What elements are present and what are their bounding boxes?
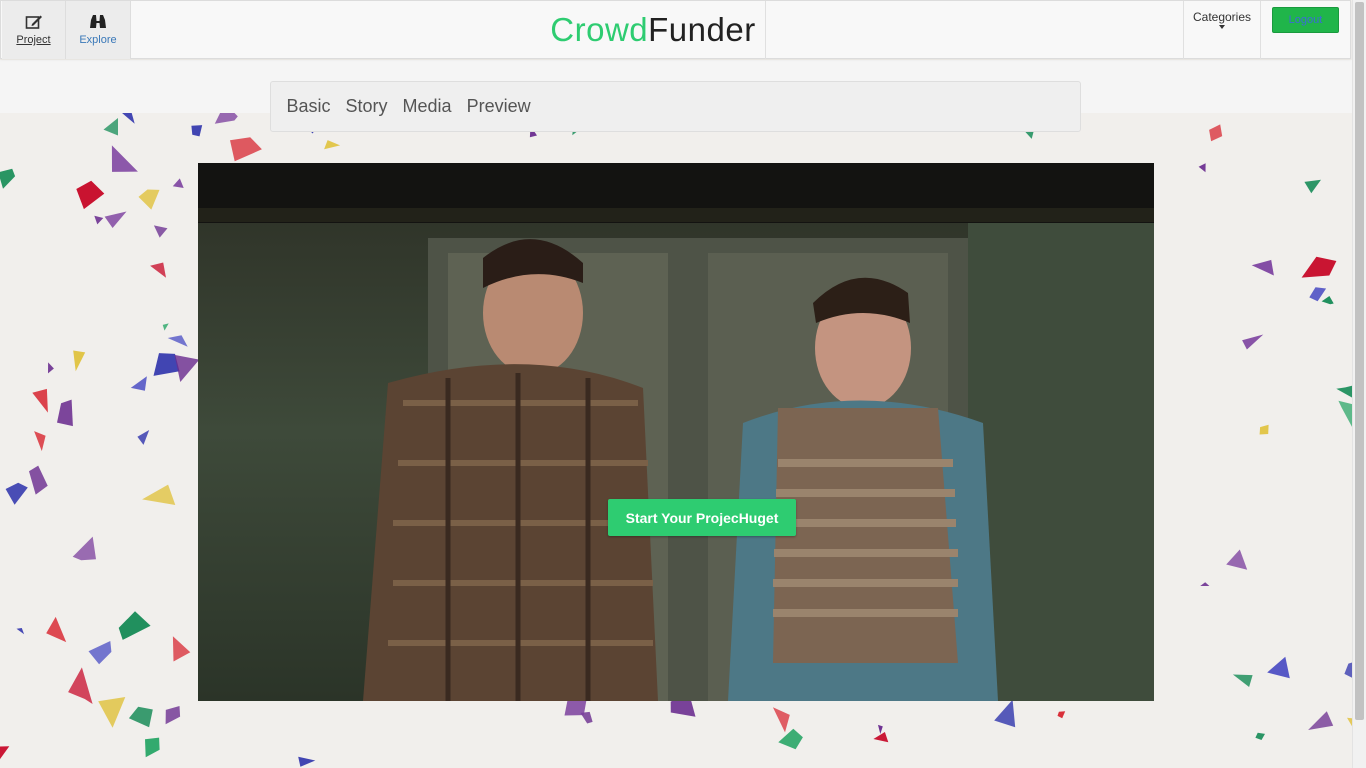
confetti-piece [118, 611, 151, 640]
confetti-piece [1321, 296, 1334, 305]
confetti-piece [150, 262, 166, 278]
brand-part-crowd: Crowd [550, 11, 649, 48]
confetti-piece [128, 706, 153, 728]
tab-story[interactable]: Story [338, 96, 395, 117]
confetti-piece [878, 724, 883, 734]
confetti-piece [994, 699, 1016, 728]
confetti-piece [174, 354, 200, 382]
confetti-piece [324, 140, 341, 150]
confetti-piece [1242, 334, 1264, 350]
confetti-piece [103, 118, 118, 136]
confetti-piece [94, 215, 104, 225]
confetti-piece [68, 667, 93, 704]
confetti-piece [873, 732, 889, 743]
confetti-piece [0, 746, 10, 760]
start-project-button[interactable]: Start Your ProjecHuget [608, 499, 796, 536]
confetti-piece [138, 189, 160, 210]
categories-label: Categories [1192, 10, 1252, 24]
confetti-piece [772, 707, 790, 733]
confetti-piece [172, 636, 191, 662]
confetti-piece [778, 728, 803, 750]
confetti-piece [1198, 163, 1206, 173]
project-tabs: Basic Story Media Preview [270, 81, 1081, 132]
confetti-piece [34, 431, 46, 452]
confetti-piece [88, 641, 112, 665]
video-frame [198, 163, 1154, 701]
navbar: Project Explore Crowd Funder Categories L… [0, 0, 1351, 59]
confetti-piece [104, 211, 127, 228]
brand-logo[interactable]: Crowd Funder [541, 1, 766, 59]
confetti-piece [1309, 287, 1327, 302]
caret-down-icon [1219, 25, 1225, 29]
binoculars-icon [90, 15, 106, 28]
confetti-piece [73, 350, 86, 372]
confetti-piece [16, 628, 25, 635]
tab-preview[interactable]: Preview [459, 96, 538, 117]
confetti-piece [145, 737, 160, 758]
confetti-piece [1308, 711, 1334, 730]
confetti-piece [167, 335, 188, 347]
nav-explore[interactable]: Explore [66, 1, 131, 59]
confetti-piece [98, 697, 126, 728]
confetti-piece [153, 225, 168, 238]
confetti-piece [1301, 256, 1337, 278]
confetti-piece [1267, 656, 1290, 679]
confetti-piece [1200, 582, 1210, 586]
confetti-piece [122, 113, 135, 124]
confetti-piece [1232, 674, 1253, 687]
confetti-piece [165, 706, 181, 725]
confetti-piece [172, 178, 184, 188]
confetti-piece [0, 168, 16, 189]
edit-icon [25, 15, 42, 29]
nav-explore-label: Explore [79, 34, 117, 46]
confetti-piece [191, 125, 203, 137]
confetti-piece [137, 430, 150, 445]
confetti-piece [29, 465, 48, 495]
confetti-piece [214, 113, 238, 124]
tab-basic[interactable]: Basic [279, 96, 338, 117]
confetti-piece [162, 323, 169, 331]
confetti-piece [72, 536, 96, 561]
brand-part-funder: Funder [648, 11, 756, 48]
confetti-piece [1251, 259, 1274, 276]
confetti-piece [46, 616, 67, 643]
confetti-piece [1304, 179, 1321, 194]
confetti-piece [1259, 424, 1269, 435]
scrollbar-thumb[interactable] [1355, 2, 1364, 720]
confetti-piece [1226, 549, 1248, 570]
confetti-piece [142, 484, 176, 505]
confetti-piece [32, 388, 48, 413]
confetti-piece [1209, 124, 1223, 142]
confetti-piece [1255, 732, 1265, 740]
nav-project-label: Project [16, 34, 51, 46]
confetti-piece [48, 362, 54, 374]
confetti-piece [1057, 711, 1066, 719]
categories-dropdown[interactable]: Categories [1183, 1, 1261, 59]
confetti-piece [130, 376, 147, 391]
nav-project[interactable]: Project [2, 1, 66, 59]
confetti-piece [57, 399, 73, 427]
hero-video[interactable] [198, 163, 1154, 701]
logout-button[interactable]: Logout [1272, 7, 1339, 33]
confetti-piece [230, 137, 262, 162]
page-scrollbar[interactable] [1352, 0, 1366, 768]
tab-media[interactable]: Media [395, 96, 459, 117]
confetti-piece [76, 180, 105, 210]
confetti-piece [298, 756, 316, 767]
confetti-piece [111, 145, 138, 172]
confetti-piece [5, 482, 28, 505]
